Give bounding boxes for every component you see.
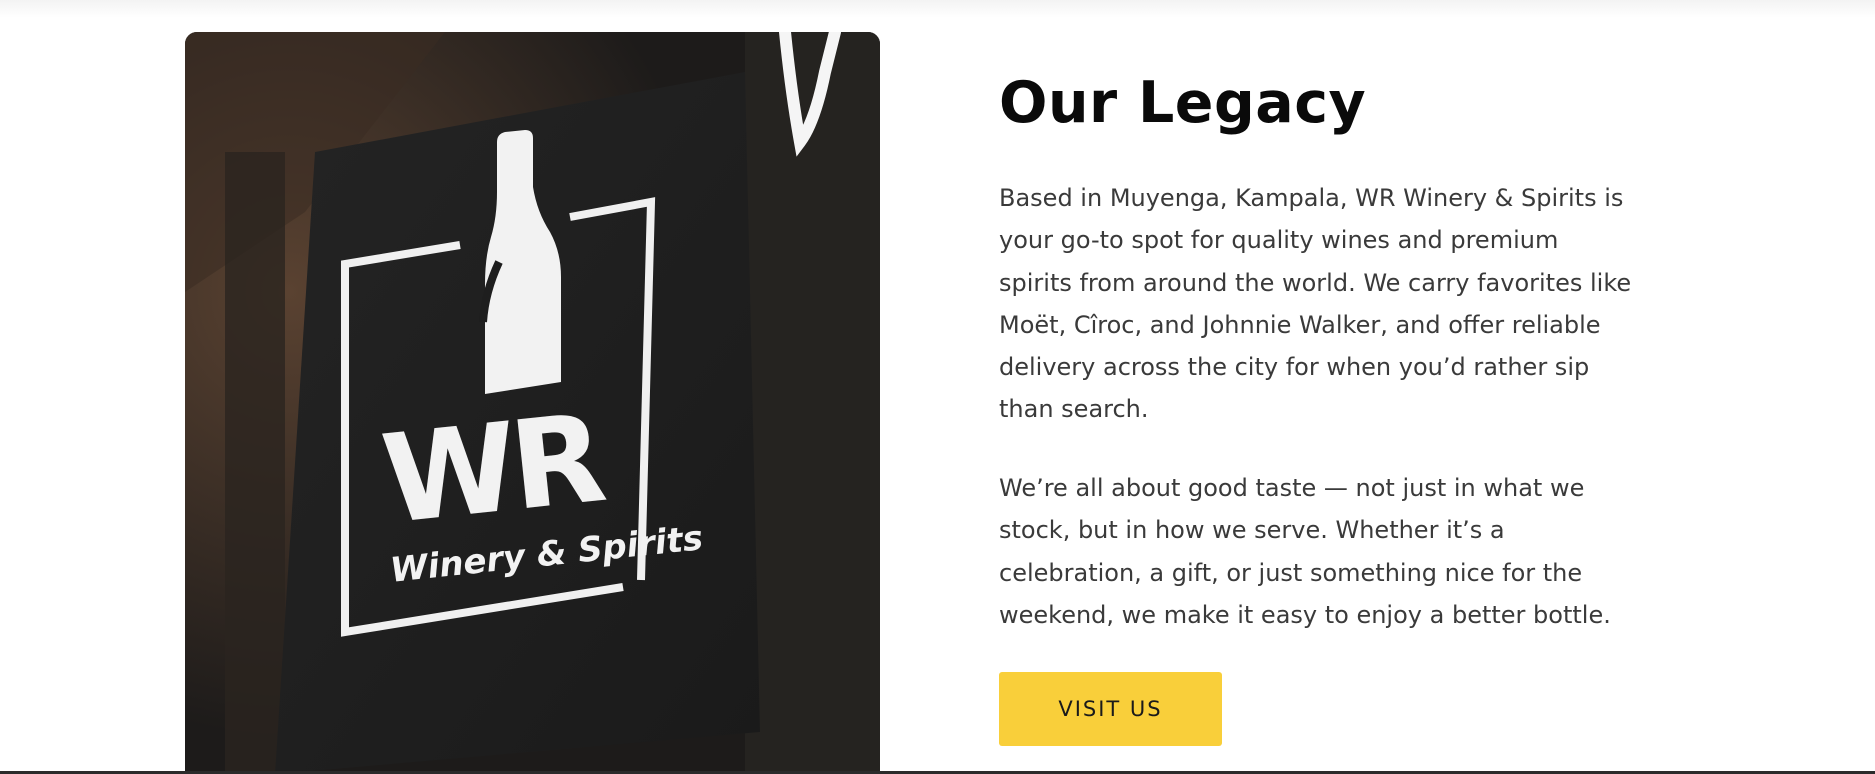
section-title: Our Legacy [999,70,1367,136]
page: WR Winery & Spirits Our Legacy Based in … [0,0,1875,774]
legacy-paragraph-1: Based in Muyenga, Kampala, WR Winery & S… [999,184,1632,424]
visit-us-button[interactable]: VISIT US [999,672,1222,746]
storefront-sign-photo: WR Winery & Spirits [185,32,880,774]
legacy-content: Our Legacy Based in Muyenga, Kampala, WR… [999,68,1699,746]
logo-letters: WR [376,387,610,551]
legacy-paragraph-2: We’re all about good taste — not just in… [999,474,1611,629]
header-shadow [0,0,1875,18]
